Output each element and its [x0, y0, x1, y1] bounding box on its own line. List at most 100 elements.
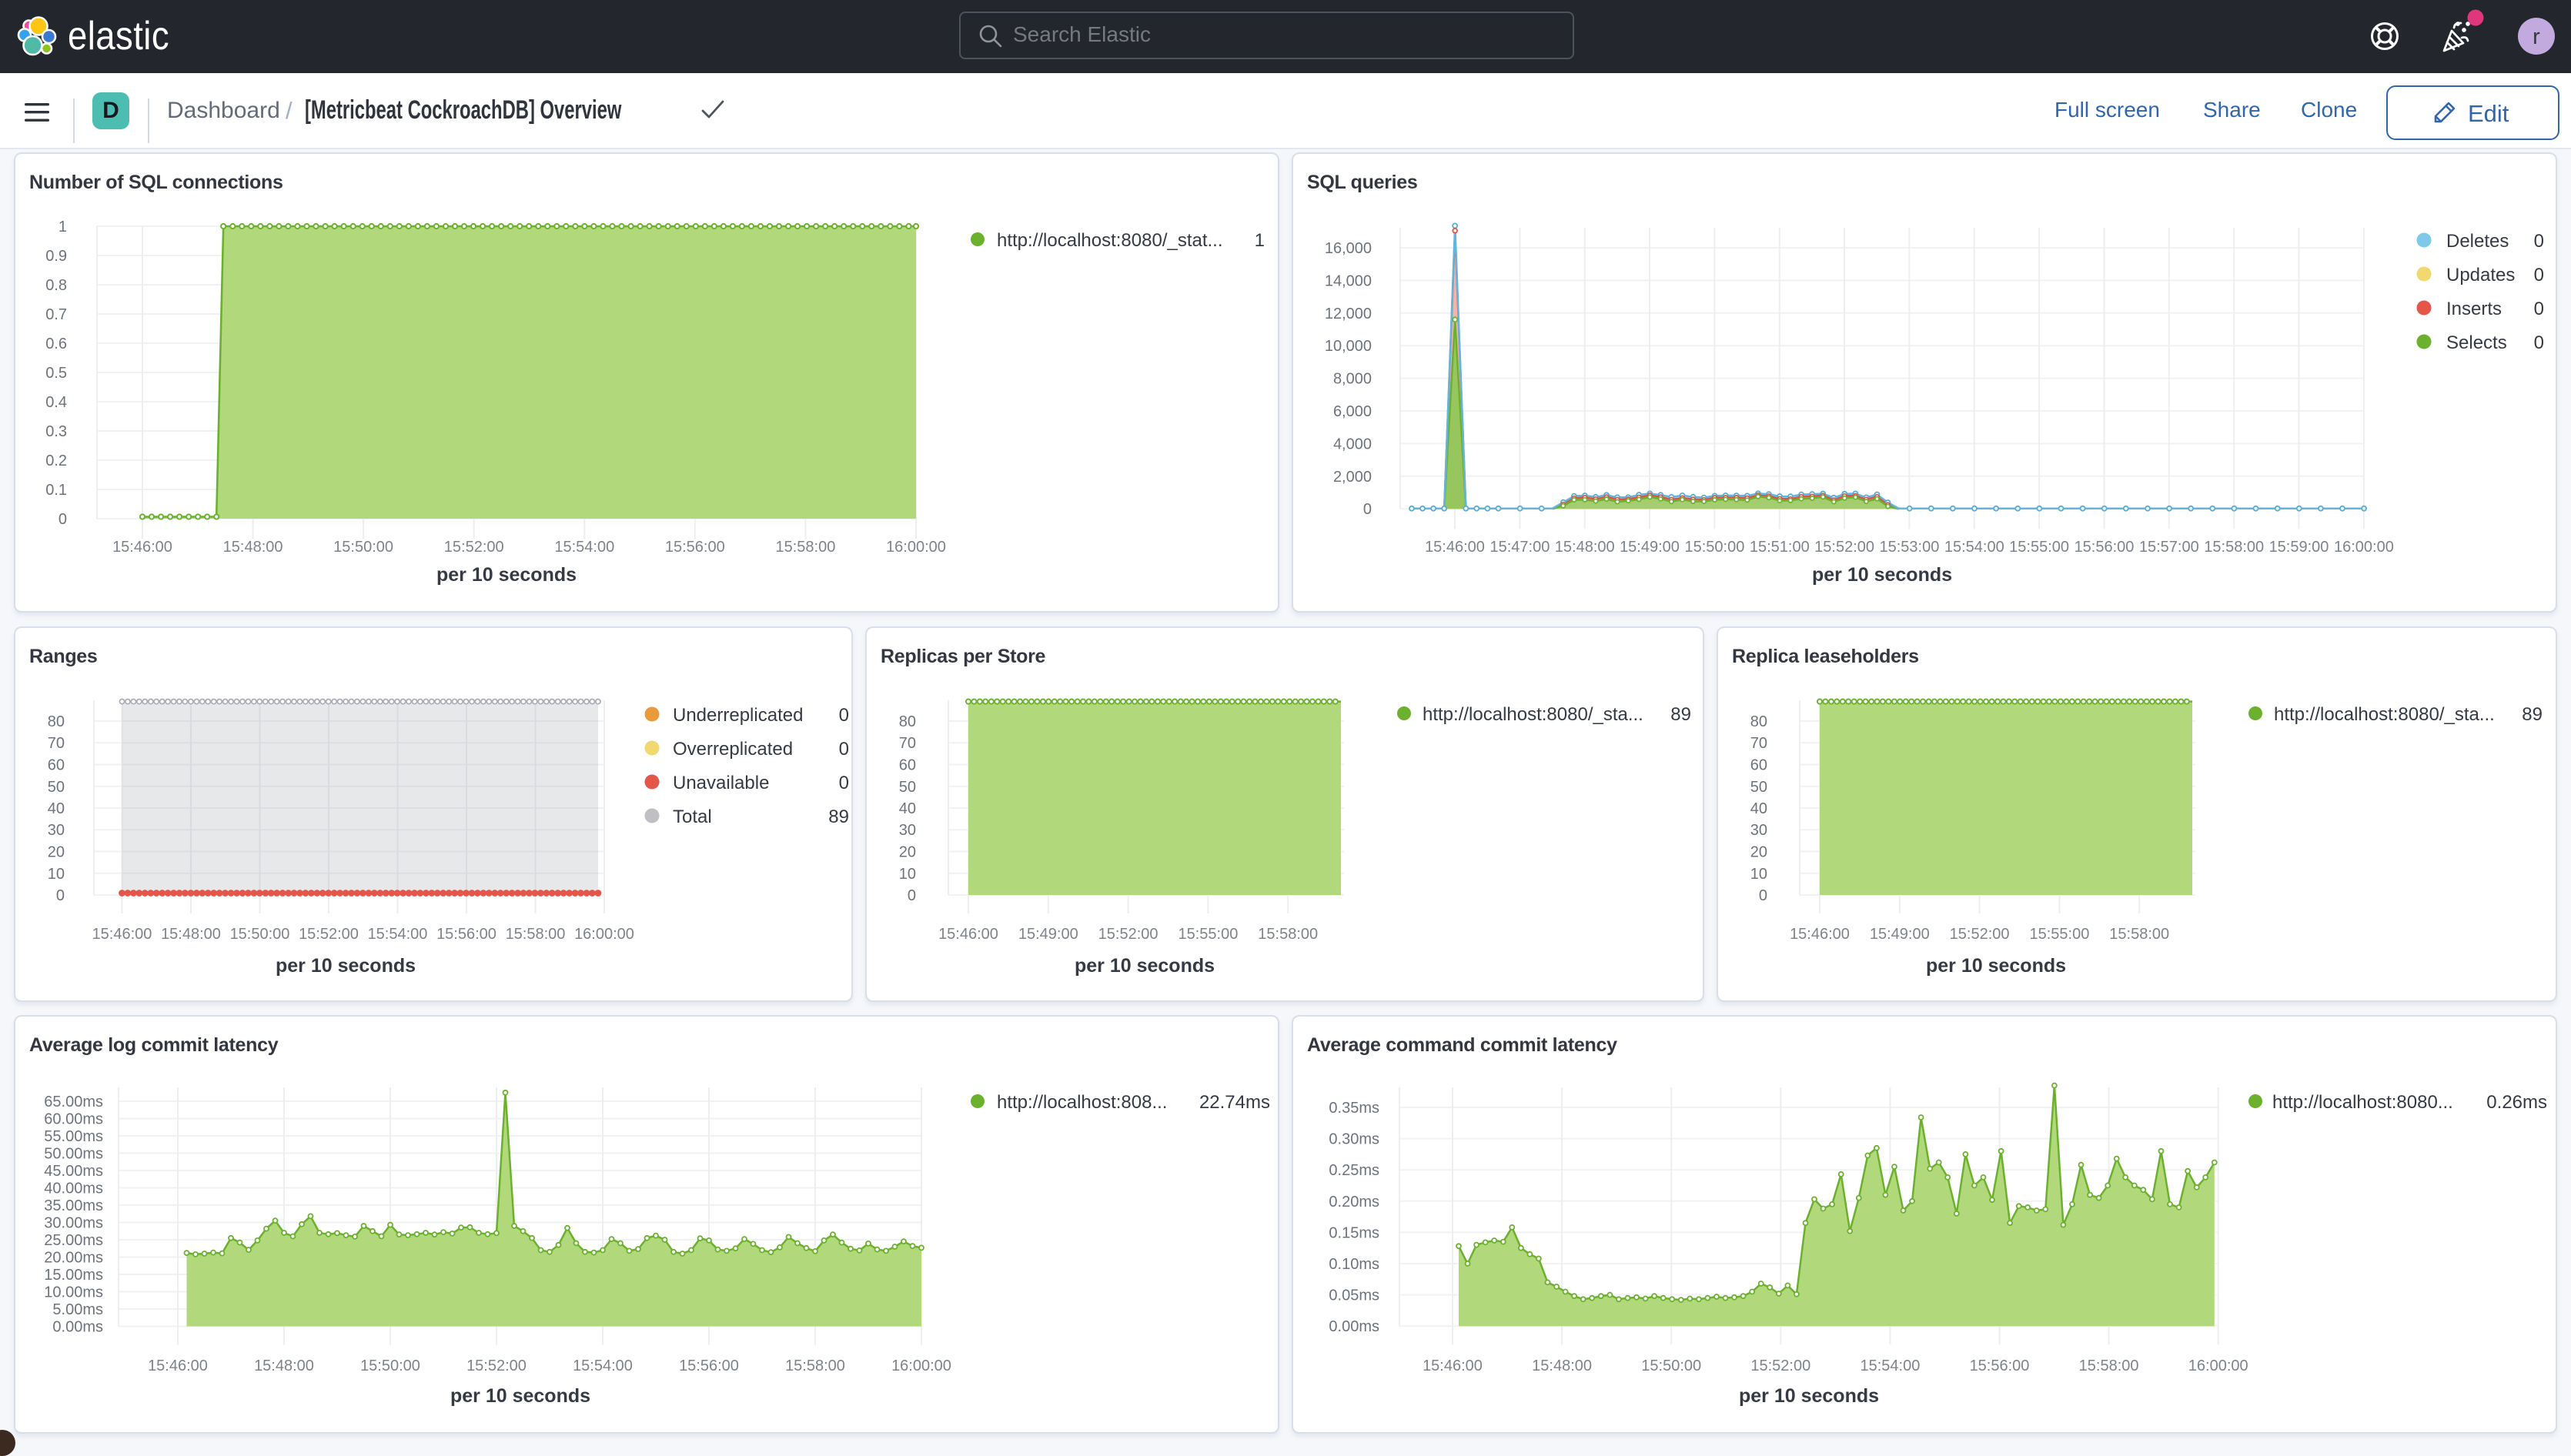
- svg-text:15:52:00: 15:52:00: [299, 926, 359, 943]
- svg-text:50: 50: [48, 779, 65, 796]
- svg-text:15:54:00: 15:54:00: [368, 926, 428, 943]
- svg-text:15:48:00: 15:48:00: [161, 926, 221, 943]
- svg-text:15:55:00: 15:55:00: [2029, 926, 2089, 943]
- svg-text:15:57:00: 15:57:00: [2139, 539, 2199, 556]
- svg-text:0: 0: [2534, 265, 2544, 286]
- svg-text:1: 1: [1255, 230, 1265, 251]
- svg-text:http://localhost:8080/_stat...: http://localhost:8080/_stat...: [997, 230, 1223, 251]
- svg-text:15:56:00: 15:56:00: [1970, 1357, 2030, 1374]
- svg-text:0: 0: [1759, 887, 1767, 904]
- svg-text:15:59:00: 15:59:00: [2269, 539, 2329, 556]
- svg-text:70: 70: [899, 735, 916, 752]
- svg-text:0.30ms: 0.30ms: [1329, 1131, 1379, 1148]
- svg-text:15:53:00: 15:53:00: [1879, 539, 1939, 556]
- svg-text:http://localhost:8080...: http://localhost:8080...: [2272, 1092, 2453, 1113]
- svg-text:65.00ms: 65.00ms: [44, 1094, 103, 1110]
- svg-text:per 10 seconds: per 10 seconds: [1739, 1385, 1879, 1407]
- svg-text:16,000: 16,000: [1325, 240, 1372, 257]
- svg-text:0.2: 0.2: [45, 452, 67, 469]
- svg-text:0.05ms: 0.05ms: [1329, 1287, 1379, 1304]
- svg-text:15:49:00: 15:49:00: [1018, 926, 1078, 943]
- svg-text:per 10 seconds: per 10 seconds: [436, 564, 577, 586]
- svg-text:Unavailable: Unavailable: [673, 773, 769, 793]
- svg-text:0.5: 0.5: [45, 365, 67, 382]
- svg-text:50: 50: [1750, 779, 1767, 796]
- svg-text:60: 60: [48, 757, 65, 774]
- svg-text:15:46:00: 15:46:00: [938, 926, 998, 943]
- svg-text:40: 40: [1750, 800, 1767, 817]
- svg-text:10: 10: [899, 866, 916, 883]
- svg-text:15:48:00: 15:48:00: [1555, 539, 1615, 556]
- svg-text:r: r: [2533, 25, 2540, 49]
- svg-text:10: 10: [1750, 866, 1767, 883]
- svg-text:0: 0: [1363, 501, 1372, 518]
- svg-text:0.3: 0.3: [45, 423, 67, 440]
- svg-text:70: 70: [48, 735, 65, 752]
- svg-text:10: 10: [48, 866, 65, 883]
- svg-text:22.74ms: 22.74ms: [1199, 1092, 1270, 1113]
- svg-text:per 10 seconds: per 10 seconds: [1926, 955, 2066, 977]
- svg-text:0.9: 0.9: [45, 248, 67, 265]
- svg-text:89: 89: [828, 806, 849, 827]
- svg-text:80: 80: [48, 713, 65, 730]
- svg-text:60.00ms: 60.00ms: [44, 1111, 103, 1128]
- svg-text:15:52:00: 15:52:00: [1950, 926, 2010, 943]
- svg-text:0.1: 0.1: [45, 482, 67, 499]
- svg-text:20.00ms: 20.00ms: [44, 1250, 103, 1267]
- svg-text:Overreplicated: Overreplicated: [673, 739, 793, 760]
- svg-text:15:56:00: 15:56:00: [436, 926, 496, 943]
- svg-text:per 10 seconds: per 10 seconds: [1812, 564, 1952, 586]
- svg-text:15:52:00: 15:52:00: [1098, 926, 1158, 943]
- svg-text:12,000: 12,000: [1325, 306, 1372, 322]
- svg-text:40: 40: [48, 800, 65, 817]
- svg-text:60: 60: [1750, 757, 1767, 774]
- svg-text:16:00:00: 16:00:00: [2188, 1357, 2248, 1374]
- svg-text:15:58:00: 15:58:00: [506, 926, 566, 943]
- svg-text:15:46:00: 15:46:00: [92, 926, 152, 943]
- svg-text:20: 20: [1750, 844, 1767, 861]
- svg-text:15:54:00: 15:54:00: [1944, 539, 2004, 556]
- svg-text:89: 89: [2522, 704, 2543, 725]
- svg-text:5.00ms: 5.00ms: [52, 1301, 103, 1318]
- svg-text:0: 0: [839, 739, 849, 760]
- svg-text:0.25ms: 0.25ms: [1329, 1162, 1379, 1179]
- svg-text:0.8: 0.8: [45, 277, 67, 294]
- svg-text:0.6: 0.6: [45, 336, 67, 352]
- svg-text:Deletes: Deletes: [2446, 231, 2509, 252]
- svg-text:16:00:00: 16:00:00: [886, 539, 946, 556]
- svg-text:80: 80: [899, 713, 916, 730]
- svg-text:15:46:00: 15:46:00: [1423, 1357, 1483, 1374]
- svg-text:15:58:00: 15:58:00: [785, 1357, 845, 1374]
- svg-text:0.4: 0.4: [45, 394, 67, 411]
- svg-text:0.15ms: 0.15ms: [1329, 1224, 1379, 1241]
- svg-text:70: 70: [1750, 735, 1767, 752]
- svg-text:15:58:00: 15:58:00: [2109, 926, 2169, 943]
- svg-text:0: 0: [56, 887, 65, 904]
- svg-text:55.00ms: 55.00ms: [44, 1128, 103, 1145]
- svg-text:15:54:00: 15:54:00: [554, 539, 614, 556]
- svg-text:15:52:00: 15:52:00: [1750, 1357, 1810, 1374]
- svg-text:15:56:00: 15:56:00: [679, 1357, 739, 1374]
- svg-text:16:00:00: 16:00:00: [574, 926, 634, 943]
- svg-text:50.00ms: 50.00ms: [44, 1146, 103, 1163]
- svg-text:25.00ms: 25.00ms: [44, 1232, 103, 1249]
- svg-text:35.00ms: 35.00ms: [44, 1197, 103, 1214]
- svg-text:15:58:00: 15:58:00: [2204, 539, 2264, 556]
- svg-text:10.00ms: 10.00ms: [44, 1284, 103, 1301]
- svg-text:15:49:00: 15:49:00: [1620, 539, 1680, 556]
- svg-text:15:50:00: 15:50:00: [230, 926, 290, 943]
- svg-text:15:54:00: 15:54:00: [573, 1357, 633, 1374]
- svg-text:15:58:00: 15:58:00: [775, 539, 835, 556]
- svg-text:40: 40: [899, 800, 916, 817]
- svg-text:0.00ms: 0.00ms: [1329, 1318, 1379, 1335]
- svg-text:15.00ms: 15.00ms: [44, 1267, 103, 1284]
- svg-text:0.7: 0.7: [45, 306, 67, 323]
- svg-text:0.10ms: 0.10ms: [1329, 1256, 1379, 1273]
- svg-text:http://localhost:808...: http://localhost:808...: [997, 1092, 1167, 1113]
- svg-text:15:56:00: 15:56:00: [665, 539, 725, 556]
- svg-text:50: 50: [899, 779, 916, 796]
- svg-text:0: 0: [59, 511, 67, 528]
- svg-text:per 10 seconds: per 10 seconds: [450, 1385, 590, 1407]
- svg-text:0: 0: [2534, 299, 2544, 319]
- svg-text:30: 30: [899, 822, 916, 839]
